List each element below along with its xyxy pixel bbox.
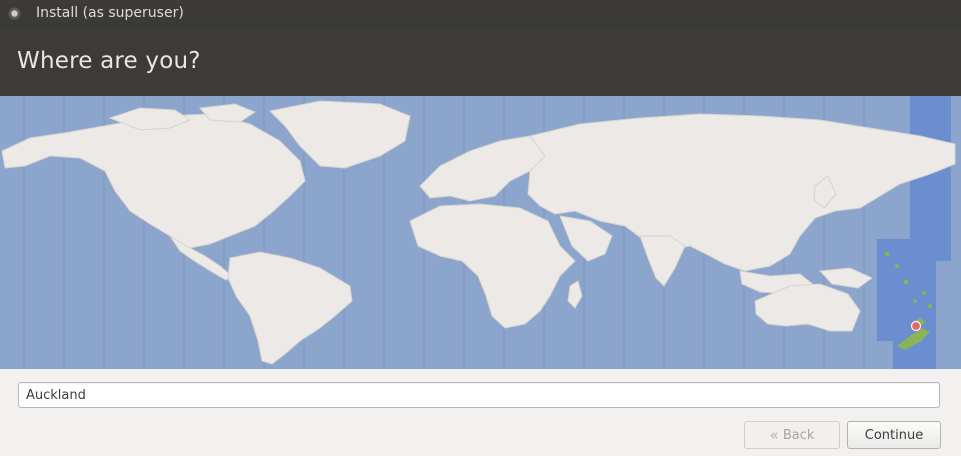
timezone-map[interactable] bbox=[0, 96, 961, 369]
page-title: Where are you? bbox=[17, 48, 201, 74]
continue-button[interactable]: Continue bbox=[847, 421, 941, 449]
window-titlebar: Install (as superuser) bbox=[0, 0, 961, 27]
close-icon[interactable] bbox=[8, 7, 21, 20]
location-marker bbox=[910, 320, 922, 332]
chevron-left-icon: « bbox=[769, 425, 779, 444]
continue-button-label: Continue bbox=[864, 427, 924, 443]
back-button[interactable]: « Back bbox=[744, 421, 840, 449]
window-title: Install (as superuser) bbox=[36, 5, 184, 21]
location-input[interactable] bbox=[18, 382, 940, 408]
back-button-label: Back bbox=[782, 427, 815, 443]
page-header: Where are you? bbox=[0, 27, 961, 96]
